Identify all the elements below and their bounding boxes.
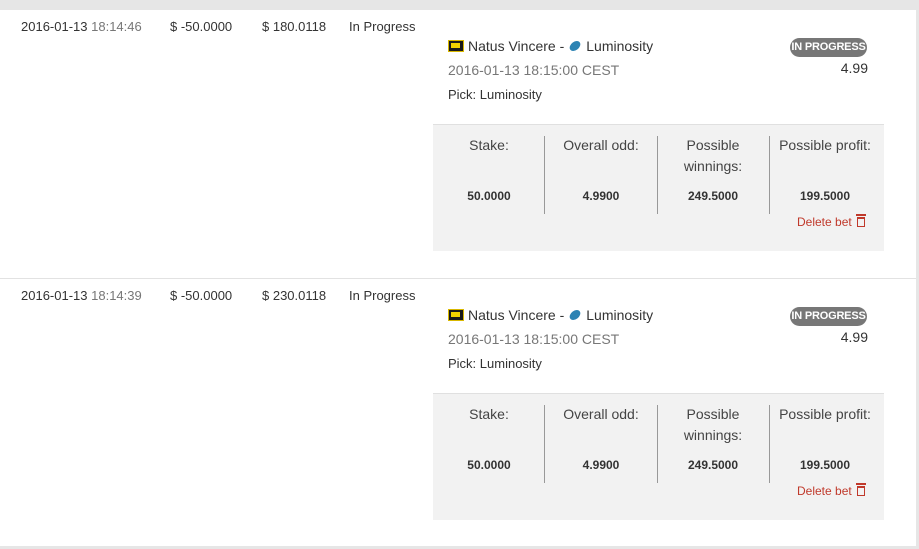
possible-winnings-column: Possible winnings: 249.5000 [657, 394, 769, 520]
overall-odd-label: Overall odd: [563, 137, 639, 153]
overall-odd-value: 4.9900 [582, 189, 620, 203]
bet-date: 2016-01-13 18:14:39 [21, 288, 142, 303]
bet-odd: 4.99 [840, 60, 868, 76]
possible-winnings-label: Possible winnings: [683, 137, 743, 174]
possible-profit-value: 199.5000 [799, 458, 851, 472]
overall-odd-column: Overall odd: 4.9900 [545, 394, 657, 520]
possible-profit-label: Possible profit: [779, 406, 871, 422]
bet-amount: $ -50.0000 [170, 288, 233, 303]
match-separator: - [559, 307, 565, 323]
bet-balance: $ 230.0118 [262, 288, 327, 303]
luminosity-logo-icon [568, 310, 583, 320]
delete-bet-label: Delete bet [797, 484, 852, 498]
stake-label: Stake: [469, 406, 509, 422]
team1-name: Natus Vincere [468, 38, 556, 54]
possible-winnings-column: Possible winnings: 249.5000 [657, 125, 769, 251]
match-separator: - [559, 38, 565, 54]
possible-profit-label: Possible profit: [779, 137, 871, 153]
delete-bet-button[interactable]: Delete bet [797, 483, 866, 498]
bet-date-day: 2016-01-13 [21, 19, 88, 34]
trash-icon [855, 214, 866, 227]
navi-logo-icon [448, 40, 464, 52]
bet-date: 2016-01-13 18:14:46 [21, 19, 142, 34]
bet-row: 2016-01-13 18:14:39 $ -50.0000 $ 230.011… [0, 279, 916, 549]
possible-profit-column: Possible profit: 199.5000 [769, 394, 881, 520]
bet-status: In Progress [349, 19, 416, 34]
overall-odd-column: Overall odd: 4.9900 [545, 125, 657, 251]
status-badge: IN PROGRESS [790, 38, 867, 57]
match-title: Natus Vincere - Luminosity [448, 307, 653, 323]
overall-odd-label: Overall odd: [563, 406, 639, 422]
delete-bet-button[interactable]: Delete bet [797, 214, 866, 229]
team2-name: Luminosity [586, 307, 654, 323]
bet-status: In Progress [349, 288, 416, 303]
bet-row: 2016-01-13 18:14:46 $ -50.0000 $ 180.011… [0, 10, 916, 278]
bet-date-time: 18:14:39 [91, 288, 142, 303]
bet-odd: 4.99 [840, 329, 868, 345]
luminosity-logo-icon [568, 41, 583, 51]
possible-profit-column: Possible profit: 199.5000 [769, 125, 881, 251]
bet-amount: $ -50.0000 [170, 19, 233, 34]
stake-value: 50.0000 [467, 189, 511, 203]
bet-summary-box: Stake: 50.0000 Overall odd: 4.9900 Possi… [433, 124, 884, 251]
stake-value: 50.0000 [467, 458, 511, 472]
match-title: Natus Vincere - Luminosity [448, 38, 653, 54]
bet-pick: Pick: Luminosity [448, 356, 542, 371]
possible-winnings-value: 249.5000 [687, 458, 739, 472]
overall-odd-value: 4.9900 [582, 458, 620, 472]
status-badge: IN PROGRESS [790, 307, 867, 326]
bet-date-day: 2016-01-13 [21, 288, 88, 303]
possible-winnings-value: 249.5000 [687, 189, 739, 203]
navi-logo-icon [448, 309, 464, 321]
match-time: 2016-01-13 18:15:00 CEST [448, 62, 620, 78]
trash-icon [855, 483, 866, 496]
bet-balance: $ 180.0118 [262, 19, 327, 34]
stake-label: Stake: [469, 137, 509, 153]
match-time: 2016-01-13 18:15:00 CEST [448, 331, 620, 347]
delete-bet-label: Delete bet [797, 215, 852, 229]
stake-column: Stake: 50.0000 [433, 125, 545, 251]
bet-summary-box: Stake: 50.0000 Overall odd: 4.9900 Possi… [433, 393, 884, 520]
team1-name: Natus Vincere [468, 307, 556, 323]
possible-winnings-label: Possible winnings: [683, 406, 743, 443]
possible-profit-value: 199.5000 [799, 189, 851, 203]
bet-date-time: 18:14:46 [91, 19, 142, 34]
bet-pick: Pick: Luminosity [448, 87, 542, 102]
bet-history-panel: 2016-01-13 18:14:46 $ -50.0000 $ 180.011… [0, 10, 916, 546]
team2-name: Luminosity [586, 38, 654, 54]
stake-column: Stake: 50.0000 [433, 394, 545, 520]
